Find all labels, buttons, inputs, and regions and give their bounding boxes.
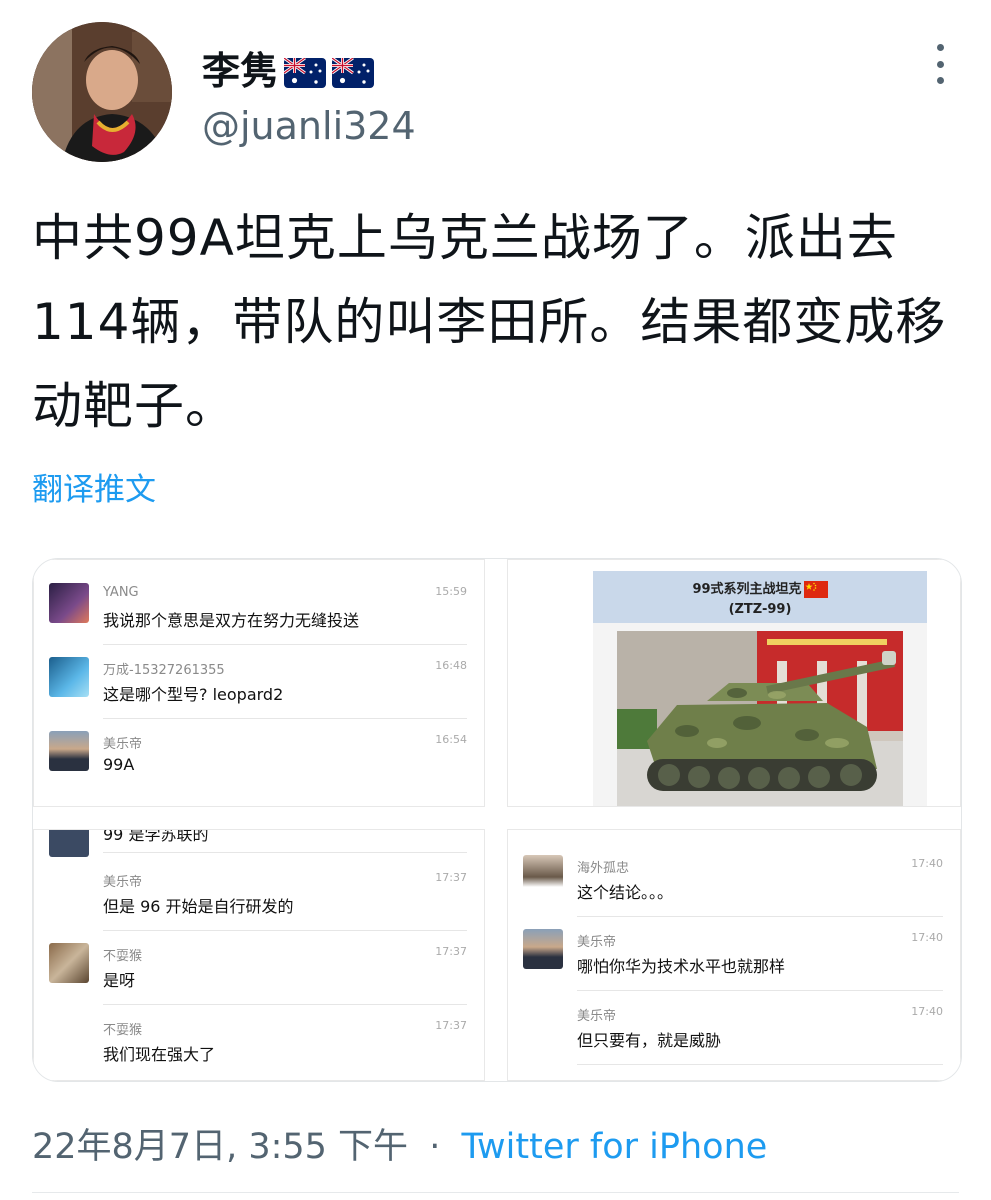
chat-message: 是呀	[103, 971, 136, 990]
translate-tweet-link[interactable]: 翻译推文	[32, 464, 156, 509]
chat-row: YANG 我说那个意思是双方在努力无缝投送 15:59	[33, 571, 485, 645]
chat-avatar	[49, 829, 89, 857]
media-image-2[interactable]: 99式系列主战坦克 (ZTZ-99)	[507, 559, 961, 807]
tweet-date[interactable]: 22年8月7日, 3:55 下午	[32, 1127, 408, 1167]
chat-time: 17:40	[911, 857, 943, 870]
chat-avatar	[523, 855, 563, 895]
chat-time: 17:37	[435, 1019, 467, 1032]
chat-message: 但只要有，就是威胁	[577, 1031, 722, 1050]
dot	[936, 77, 944, 84]
author-name-row[interactable]: 李隽	[202, 40, 375, 95]
dot	[936, 60, 944, 68]
chat-row: 美乐帝 但只要有，就是威胁 17:40	[507, 991, 961, 1065]
chat-name: 不耍猴	[103, 949, 143, 964]
chat-time: 17:40	[911, 1005, 943, 1018]
media-image-1[interactable]: YANG 我说那个意思是双方在努力无缝投送 15:59 万成-153272613…	[33, 559, 485, 807]
dot	[936, 44, 944, 51]
chat-name: 美乐帝	[103, 875, 143, 890]
australia-flag-icon	[283, 53, 327, 88]
tweet-text: 中共99A坦克上乌克兰战场了。派出去114辆，带队的叫李田所。结果都变成移动靶子…	[32, 209, 947, 435]
chat-row: 不耍猴 我们现在强大了 17:37	[33, 1005, 485, 1079]
chat-message: 我们现在强大了	[103, 1045, 216, 1064]
chat-name: YANG	[103, 585, 139, 600]
divider	[103, 852, 467, 853]
chat-name: 万成-15327261355	[103, 663, 225, 678]
divider	[577, 1064, 943, 1065]
tweet-meta: 22年8月7日, 3:55 下午 · Twitter for iPhone	[32, 1118, 767, 1169]
chat-avatar	[49, 943, 89, 983]
chat-message: 哪怕你华为技术水平也就那样	[577, 957, 786, 976]
chat-time: 16:54	[435, 733, 467, 746]
chat-row: 99 是学苏联的	[33, 829, 485, 857]
chat-message: 99 是学苏联的	[103, 829, 209, 844]
meta-separator: ·	[429, 1127, 441, 1167]
tank-card-title: 99式系列主战坦克	[692, 582, 802, 597]
tank-card: 99式系列主战坦克 (ZTZ-99)	[593, 571, 927, 807]
chat-row: 万成-15327261355 这是哪个型号? leopard2 16:48	[33, 645, 485, 719]
chat-avatar	[49, 583, 89, 623]
australia-flag-icon	[331, 53, 375, 88]
chat-message: 这是哪个型号? leopard2	[103, 685, 284, 704]
chat-message: 这个结论。。。	[577, 883, 674, 902]
tank-photo	[617, 631, 903, 807]
chat-message: 我说那个意思是双方在努力无缝投送	[103, 611, 360, 630]
chat-name: 美乐帝	[577, 1009, 617, 1024]
chat-message: 99A	[103, 755, 135, 774]
chat-avatar	[523, 929, 563, 969]
china-flag-icon	[803, 581, 828, 598]
chat-row: 不耍猴 是呀 17:37	[33, 931, 485, 1005]
chat-name: 美乐帝	[103, 737, 143, 752]
chat-time: 17:40	[911, 931, 943, 944]
author-avatar[interactable]	[32, 22, 172, 162]
media-image-3[interactable]: 99 是学苏联的 美乐帝 但是 96 开始是自行研发的 17:37 不耍猴 是呀…	[33, 829, 485, 1081]
chat-time: 17:37	[435, 945, 467, 958]
chat-time: 16:48	[435, 659, 467, 672]
chat-time: 15:59	[435, 585, 467, 598]
author-display-name[interactable]: 李隽	[202, 40, 278, 95]
tank-card-subtitle: (ZTZ-99)	[728, 602, 792, 617]
tank-card-header: 99式系列主战坦克 (ZTZ-99)	[593, 571, 927, 623]
chat-row: 美乐帝 99A 16:54	[33, 719, 485, 793]
chat-avatar	[49, 731, 89, 771]
tweet-source-link[interactable]: Twitter for iPhone	[461, 1127, 767, 1167]
chat-name: 美乐帝	[577, 935, 617, 950]
chat-name: 海外孤忠	[577, 861, 630, 876]
author-handle[interactable]: @juanli324	[202, 104, 416, 148]
media-grid[interactable]: YANG 我说那个意思是双方在努力无缝投送 15:59 万成-153272613…	[32, 558, 962, 1082]
chat-avatar	[49, 657, 89, 697]
chat-time: 17:37	[435, 871, 467, 884]
chat-row: 海外孤忠 这个结论。。。 17:40	[507, 843, 961, 917]
more-options-icon[interactable]	[925, 44, 955, 84]
divider	[32, 1192, 959, 1193]
chat-row: 美乐帝 哪怕你华为技术水平也就那样 17:40	[507, 917, 961, 991]
chat-name: 不耍猴	[103, 1023, 143, 1038]
media-image-4[interactable]: 海外孤忠 这个结论。。。 17:40 美乐帝 哪怕你华为技术水平也就那样 17:…	[507, 829, 961, 1081]
chat-message: 但是 96 开始是自行研发的	[103, 897, 294, 916]
chat-row: 美乐帝 但是 96 开始是自行研发的 17:37	[33, 857, 485, 931]
tank-card-title-row: 99式系列主战坦克	[593, 578, 927, 598]
